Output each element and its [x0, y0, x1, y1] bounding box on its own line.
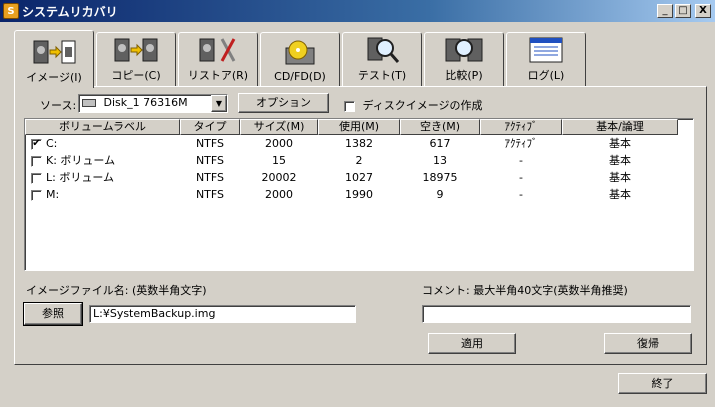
cell-type: NTFS: [195, 188, 225, 201]
exit-button[interactable]: 終了: [618, 373, 707, 394]
table-row[interactable]: L: ボリューム NTFS 20002 1027 18975 - 基本: [25, 169, 693, 186]
cell-size: 20002: [261, 171, 297, 184]
disk-icon: [82, 99, 96, 107]
cell-free: 617: [429, 137, 451, 150]
volume-checkbox[interactable]: ✔: [31, 138, 42, 150]
tab-label: テスト(T): [357, 69, 407, 82]
comment-input[interactable]: [422, 305, 691, 323]
tab-restore[interactable]: リストア(R): [178, 32, 258, 87]
window-title: システムリカバリ: [22, 4, 118, 19]
column-header-active[interactable]: ｱｸﾃｨﾌﾞ: [480, 119, 562, 135]
volume-label-text: C:: [46, 137, 58, 150]
volume-checkbox[interactable]: [31, 189, 42, 201]
column-header-used[interactable]: 使用(M): [318, 119, 400, 135]
cell-size: 15: [272, 154, 286, 167]
close-button[interactable]: X: [695, 4, 711, 18]
create-disk-image-option[interactable]: ディスクイメージの作成: [344, 97, 483, 113]
tab-log[interactable]: ログ(L): [506, 32, 586, 87]
table-row[interactable]: ✔ C: NTFS 2000 1382 617 ｱｸﾃｨﾌﾞ 基本: [25, 135, 693, 152]
cell-volume-label: K: ボリューム: [25, 152, 180, 169]
cell-active: -: [519, 154, 523, 167]
cell-primary-logical: 基本: [609, 137, 631, 150]
cell-active: ｱｸﾃｨﾌﾞ: [504, 137, 538, 150]
title-bar: S システムリカバリ _ □ X: [0, 0, 715, 22]
tab-compare[interactable]: 比較(P): [424, 32, 504, 87]
cell-free: 13: [433, 154, 447, 167]
cd-drive-icon: [285, 40, 315, 65]
compare-disk-icon: [445, 38, 483, 62]
magnifier-disk-icon: [367, 37, 400, 63]
tab-test[interactable]: テスト(T): [342, 32, 422, 87]
cell-volume-label: ✔ C:: [25, 135, 180, 152]
column-header-volume-label[interactable]: ボリュームラベル: [25, 119, 180, 135]
image-file-label: イメージファイル名: (英数半角文字): [26, 284, 207, 297]
volume-label-text: K: ボリューム: [46, 154, 116, 167]
disk-to-disk-icon: [114, 38, 158, 62]
tab-label: イメージ(I): [26, 71, 82, 84]
source-label: ソース:: [40, 99, 77, 112]
cell-size: 2000: [265, 188, 293, 201]
cell-type: NTFS: [195, 171, 225, 184]
cell-free: 18975: [422, 171, 458, 184]
cell-primary-logical: 基本: [609, 154, 631, 167]
maximize-button[interactable]: □: [675, 4, 691, 18]
create-disk-image-checkbox[interactable]: [344, 100, 355, 112]
cell-free: 9: [436, 188, 444, 201]
column-header-primary-logical[interactable]: 基本/論理: [562, 119, 678, 135]
cell-used: 2: [355, 154, 363, 167]
tab-label: 比較(P): [445, 69, 483, 82]
table-row[interactable]: K: ボリューム NTFS 15 2 13 - 基本: [25, 152, 693, 169]
tab-copy[interactable]: コピー(C): [96, 32, 176, 87]
tab-image[interactable]: イメージ(I): [14, 30, 94, 88]
cell-primary-logical: 基本: [609, 171, 631, 184]
disk-to-file-icon: [33, 40, 76, 64]
cell-used: 1382: [345, 137, 373, 150]
app-icon: S: [3, 3, 19, 19]
apply-button[interactable]: 適用: [428, 333, 516, 354]
cell-active: -: [519, 171, 523, 184]
tab-label: ログ(L): [527, 69, 565, 82]
create-disk-image-label: ディスクイメージの作成: [362, 99, 483, 112]
tab-cd-fd[interactable]: CD/FD(D): [260, 32, 340, 87]
volume-checkbox[interactable]: [31, 155, 42, 167]
cell-volume-label: L: ボリューム: [25, 169, 180, 186]
browse-button[interactable]: 参照: [23, 302, 83, 326]
column-header-type[interactable]: タイプ: [180, 119, 240, 135]
options-button[interactable]: オプション: [238, 93, 329, 113]
cell-used: 1027: [345, 171, 373, 184]
image-file-input[interactable]: L:¥SystemBackup.img: [89, 305, 356, 323]
source-dropdown-arrow[interactable]: ▼: [211, 95, 227, 112]
table-row[interactable]: M: NTFS 2000 1990 9 - 基本: [25, 186, 693, 203]
cell-type: NTFS: [195, 137, 225, 150]
restore-tools-icon: [199, 38, 236, 62]
column-header-free[interactable]: 空き(M): [400, 119, 480, 135]
column-header-size[interactable]: サイズ(M): [240, 119, 318, 135]
comment-label: コメント: 最大半角40文字(英数半角推奨): [422, 284, 628, 297]
minimize-button[interactable]: _: [657, 4, 673, 18]
source-select[interactable]: Disk_1 76316M ▼: [78, 94, 228, 113]
cell-type: NTFS: [195, 154, 225, 167]
source-select-value: Disk_1 76316M: [103, 96, 188, 109]
cell-primary-logical: 基本: [609, 188, 631, 201]
volume-table: ボリュームラベル タイプ サイズ(M) 使用(M) 空き(M) ｱｸﾃｨﾌﾞ 基…: [24, 118, 694, 271]
cell-volume-label: M:: [25, 186, 180, 203]
volume-checkbox[interactable]: [31, 172, 42, 184]
volume-label-text: M:: [46, 188, 60, 201]
tab-label: コピー(C): [111, 69, 161, 82]
restore-button[interactable]: 復帰: [604, 333, 692, 354]
tab-label: CD/FD(D): [274, 70, 326, 83]
table-body: ✔ C: NTFS 2000 1382 617 ｱｸﾃｨﾌﾞ 基本 K: ボリューム NTFS 15…: [25, 135, 693, 203]
cell-active: -: [519, 188, 523, 201]
volume-label-text: L: ボリューム: [46, 171, 115, 184]
log-window-icon: [529, 37, 563, 63]
tab-label: リストア(R): [187, 69, 249, 82]
cell-size: 2000: [265, 137, 293, 150]
cell-used: 1990: [345, 188, 373, 201]
table-header: ボリュームラベル タイプ サイズ(M) 使用(M) 空き(M) ｱｸﾃｨﾌﾞ 基…: [25, 119, 693, 135]
